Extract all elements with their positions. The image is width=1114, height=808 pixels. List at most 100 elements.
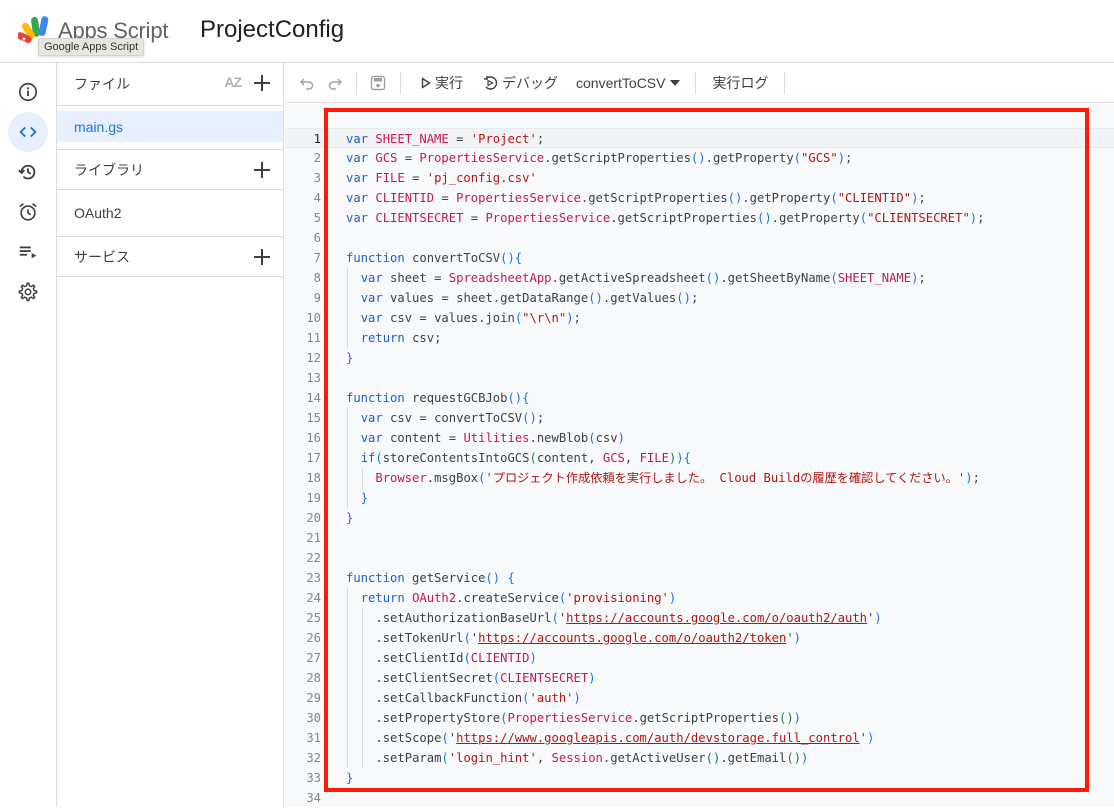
gear-icon xyxy=(18,282,38,302)
files-section-header: ファイル AZ xyxy=(57,63,283,106)
rail-history-button[interactable] xyxy=(8,152,48,192)
alarm-icon xyxy=(19,203,37,221)
code-line[interactable]: 14 function requestGCBJob(){ xyxy=(285,388,1114,408)
code-line[interactable]: 34 xyxy=(285,788,1114,808)
debug-label: デバッグ xyxy=(502,74,558,91)
code-line[interactable]: 28 .setClientSecret(CLIENTSECRET) xyxy=(285,668,1114,688)
function-selector[interactable]: convertToCSV xyxy=(576,75,681,91)
code-line[interactable]: 16 var content = Utilities.newBlob(csv) xyxy=(285,428,1114,448)
code-line[interactable]: 4 var CLIENTID = PropertiesService.getScr… xyxy=(285,188,1114,208)
code-line[interactable]: 24 return OAuth2.createService('provisio… xyxy=(285,588,1114,608)
code-line[interactable]: 3 var FILE = 'pj_config.csv' xyxy=(285,168,1114,188)
line-number: 23 xyxy=(306,571,321,585)
line-number: 5 xyxy=(313,211,321,225)
line-number: 17 xyxy=(306,451,321,465)
code-text: .setCallbackFunction('auth') xyxy=(375,691,581,705)
code-text: .setTokenUrl('https://accounts.google.co… xyxy=(375,631,801,645)
code-line[interactable]: 33} xyxy=(285,768,1114,788)
code-line[interactable]: 6 xyxy=(285,228,1114,248)
library-item-oauth2[interactable]: OAuth2 xyxy=(57,190,283,237)
undo-button[interactable] xyxy=(297,73,317,93)
code-text: return csv; xyxy=(360,331,442,345)
rail-overview-button[interactable] xyxy=(8,72,48,112)
line-number: 26 xyxy=(306,631,321,645)
code-text: var FILE = 'pj_config.csv' xyxy=(346,171,537,185)
code-line[interactable]: 22 xyxy=(285,548,1114,568)
code-line[interactable]: 23 function getService() { xyxy=(285,568,1114,588)
code-line[interactable]: 31 .setScope('https://www.googleapis.com… xyxy=(285,728,1114,748)
code-line[interactable]: 21 xyxy=(285,528,1114,548)
code-line[interactable]: 26 .setTokenUrl('https://accounts.google… xyxy=(285,628,1114,648)
code-line[interactable]: 7 function convertToCSV(){ xyxy=(285,248,1114,268)
services-label: サービス xyxy=(74,248,130,265)
line-number: 21 xyxy=(306,531,321,545)
code-text: .setAuthorizationBaseUrl('https://accoun… xyxy=(375,611,882,625)
code-line[interactable]: 20} xyxy=(285,508,1114,528)
code-line[interactable]: 27 .setClientId(CLIENTID) xyxy=(285,648,1114,668)
code-line[interactable]: 10 var csv = values.join("\r\n"); xyxy=(285,308,1114,328)
code-text: var csv = values.join("\r\n"); xyxy=(360,311,581,325)
code-line[interactable]: 13 xyxy=(285,368,1114,388)
rail-triggers-button[interactable] xyxy=(8,192,48,232)
add-service-icon[interactable] xyxy=(251,246,273,268)
file-name: main.gs xyxy=(74,118,124,135)
line-number: 20 xyxy=(306,511,321,525)
code-text: function getService() { xyxy=(346,571,515,585)
code-line[interactable]: 5 var CLIENTSECRET = PropertiesService.ge… xyxy=(285,208,1114,228)
code-line[interactable]: 19 } xyxy=(285,488,1114,508)
top-bar: Apps Script ProjectConfig Google Apps Sc… xyxy=(0,0,1114,63)
add-library-icon[interactable] xyxy=(251,159,273,181)
code-line[interactable]: 32 .setParam('login_hint', Session.getAc… xyxy=(285,748,1114,768)
libraries-label: ライブラリ xyxy=(74,161,144,178)
code-lines[interactable]: 1 var SHEET_NAME = 'Project'; 2 var GCS = P… xyxy=(285,128,1114,808)
line-number: 11 xyxy=(306,331,321,345)
code-line[interactable]: 12} xyxy=(285,348,1114,368)
redo-icon xyxy=(328,78,342,90)
code-line[interactable]: 11 return csv; xyxy=(285,328,1114,348)
file-item-main-gs[interactable]: main.gs xyxy=(57,111,283,142)
code-text: var CLIENTID = PropertiesService.getScri… xyxy=(346,191,926,205)
logo-tooltip: Google Apps Script xyxy=(38,38,145,56)
toolbar-divider xyxy=(784,71,786,94)
run-button[interactable]: 実行 xyxy=(421,73,463,93)
code-line[interactable]: 9 var values = sheet.getDataRange().getV… xyxy=(285,288,1114,308)
project-title[interactable]: ProjectConfig xyxy=(200,16,344,44)
code-line[interactable]: 1 var SHEET_NAME = 'Project'; xyxy=(285,128,1114,148)
line-number: 27 xyxy=(306,651,321,665)
code-text: var csv = convertToCSV(); xyxy=(360,411,545,425)
code-text: Browser.msgBox('プロジェクト作成依頼を実行しました。 Cloud… xyxy=(375,471,980,485)
code-line[interactable]: 8 var sheet = SpreadsheetApp.getActiveSp… xyxy=(285,268,1114,288)
code-line[interactable]: 29 .setCallbackFunction('auth') xyxy=(285,688,1114,708)
line-number: 3 xyxy=(313,171,321,185)
save-button[interactable] xyxy=(368,73,388,93)
sort-az-icon[interactable]: AZ xyxy=(224,74,242,90)
line-number: 6 xyxy=(313,231,321,245)
execution-log-label: 実行ログ xyxy=(712,74,769,91)
code-line[interactable]: 18 Browser.msgBox('プロジェクト作成依頼を実行しました。 Cl… xyxy=(285,468,1114,488)
code-text: .setScope('https://www.googleapis.com/au… xyxy=(375,731,875,745)
debug-button[interactable]: デバッグ xyxy=(482,73,558,93)
execution-log-button[interactable]: 実行ログ xyxy=(712,73,768,93)
redo-button[interactable] xyxy=(325,73,345,93)
code-line[interactable]: 2 var GCS = PropertiesService.getScriptPr… xyxy=(285,148,1114,168)
line-number: 30 xyxy=(306,711,321,725)
line-number: 25 xyxy=(306,611,321,625)
code-line[interactable]: 15 var csv = convertToCSV(); xyxy=(285,408,1114,428)
code-line[interactable]: 25 .setAuthorizationBaseUrl('https://acc… xyxy=(285,608,1114,628)
code-text: var values = sheet.getDataRange().getVal… xyxy=(360,291,699,305)
run-label: 実行 xyxy=(435,74,463,91)
files-panel: ファイル AZ main.gs ライブラリ OAuth2 サービス xyxy=(57,63,284,807)
add-file-icon[interactable] xyxy=(251,72,273,94)
undo-icon xyxy=(300,78,314,90)
toolbar-divider xyxy=(400,71,401,94)
rail-executions-button[interactable] xyxy=(8,232,48,272)
rail-settings-button[interactable] xyxy=(8,272,48,312)
code-line[interactable]: 30 .setPropertyStore(PropertiesService.g… xyxy=(285,708,1114,728)
rail-editor-button[interactable] xyxy=(8,112,48,152)
code-text: } xyxy=(360,491,369,505)
code-editor[interactable]: 1 var SHEET_NAME = 'Project'; 2 var GCS = P… xyxy=(285,104,1114,807)
code-text: .setPropertyStore(PropertiesService.getS… xyxy=(375,711,802,725)
code-line[interactable]: 17 if(storeContentsIntoGCS(content, GCS,… xyxy=(285,448,1114,468)
code-text: } xyxy=(346,511,354,525)
line-number: 15 xyxy=(306,411,321,425)
